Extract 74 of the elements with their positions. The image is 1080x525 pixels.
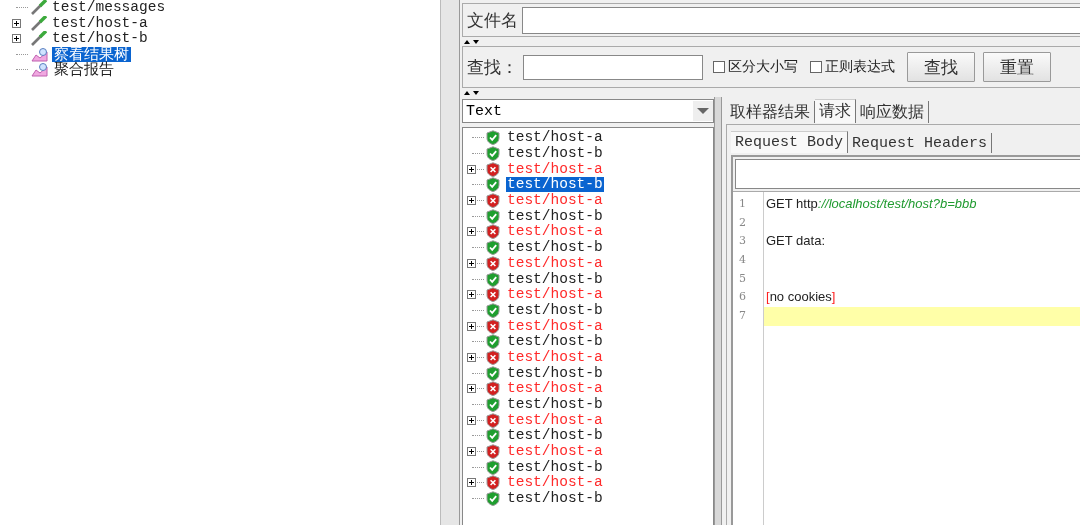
search-field[interactable] — [523, 54, 703, 80]
code-editor[interactable]: 1 2 3 4 5 6 7 GET http://localhost/test/host?b=bbb GET data: [no cookies] — [733, 191, 1080, 525]
split-arrows-icon — [464, 89, 480, 96]
expand-icon[interactable] — [12, 34, 21, 44]
reset-button[interactable]: 重置 — [983, 52, 1051, 82]
result-item[interactable]: test/host-b — [506, 334, 604, 350]
tree-item[interactable]: test/host-a — [50, 15, 150, 31]
result-item[interactable]: test/host-b — [506, 365, 604, 381]
expand-icon[interactable] — [467, 384, 476, 394]
result-item[interactable]: test/host-a — [506, 193, 604, 209]
code-line: GET http://localhost/test/host?b=bbb — [766, 196, 977, 211]
tree-item[interactable]: 察看结果树 — [52, 46, 131, 62]
checkbox[interactable] — [713, 61, 725, 73]
field-label: 文件名 — [467, 8, 518, 32]
result-item[interactable]: test/host-b — [506, 208, 604, 224]
result-item[interactable]: test/host-b — [506, 491, 604, 507]
result-item[interactable]: test/host-b — [506, 177, 604, 193]
expand-icon[interactable] — [467, 258, 476, 268]
line-number: 6 — [738, 289, 747, 306]
result-item[interactable]: test/host-a — [506, 224, 604, 240]
result-item[interactable]: test/host-a — [506, 318, 604, 334]
split-arrows-icon — [464, 38, 480, 45]
result-item[interactable]: test/host-a — [506, 412, 604, 428]
field-label: 查找： — [467, 55, 519, 79]
line-number: 3 — [738, 233, 747, 250]
pipette-icon — [31, 15, 47, 31]
code-line: [no cookies] — [766, 289, 836, 305]
result-item[interactable]: test/host-a — [506, 287, 604, 303]
result-item[interactable]: test/host-b — [506, 302, 604, 318]
graph-icon — [31, 62, 49, 78]
result-item[interactable]: test/host-a — [506, 255, 604, 271]
code-line: GET data: — [766, 233, 825, 249]
pipette-icon — [31, 31, 47, 47]
expand-icon[interactable] — [467, 196, 476, 206]
renderer-dropdown[interactable]: Text — [462, 99, 714, 123]
result-item[interactable]: test/host-b — [506, 397, 604, 413]
result-item[interactable]: test/host-b — [506, 240, 604, 256]
result-item[interactable]: test/host-b — [506, 428, 604, 444]
result-item[interactable]: test/host-a — [506, 381, 604, 397]
result-item[interactable]: test/host-b — [506, 146, 604, 162]
checkbox[interactable] — [810, 61, 822, 73]
expand-icon[interactable] — [467, 321, 476, 331]
tree-item[interactable]: test/host-b — [50, 31, 150, 47]
checkbox-label: 区分大小写 — [728, 58, 798, 76]
line-number: 4 — [738, 252, 747, 269]
tree-item[interactable]: 聚合报告 — [52, 62, 116, 78]
result-item[interactable]: test/host-b — [506, 459, 604, 475]
line-number: 5 — [738, 270, 747, 287]
search-button[interactable]: 查找 — [907, 52, 975, 82]
pipette-icon — [31, 0, 47, 16]
expand-icon[interactable] — [467, 415, 476, 425]
result-item[interactable]: test/host-a — [506, 475, 604, 491]
text-field[interactable] — [735, 159, 1080, 189]
line-number: 2 — [738, 214, 747, 231]
expand-icon[interactable] — [467, 478, 476, 488]
result-item[interactable]: test/host-a — [506, 444, 604, 460]
tree-item[interactable]: test/messages — [50, 0, 168, 16]
tab[interactable]: Request Body — [731, 131, 849, 153]
result-item[interactable]: test/host-a — [506, 161, 604, 177]
expand-icon[interactable] — [467, 447, 476, 457]
expand-icon[interactable] — [12, 18, 21, 28]
line-number: 7 — [738, 308, 747, 325]
graph-icon — [31, 46, 49, 62]
expand-icon[interactable] — [467, 164, 476, 174]
result-item[interactable]: test/host-a — [506, 349, 604, 365]
expand-icon[interactable] — [467, 227, 476, 237]
expand-icon[interactable] — [467, 352, 476, 362]
expand-icon[interactable] — [467, 290, 476, 300]
tab[interactable]: 请求 — [815, 99, 856, 123]
result-item[interactable]: test/host-a — [506, 130, 604, 146]
checkbox-label: 正则表达式 — [825, 58, 895, 76]
file-name-field[interactable] — [522, 6, 1080, 34]
result-item[interactable]: test/host-b — [506, 271, 604, 287]
line-number: 1 — [738, 196, 747, 212]
